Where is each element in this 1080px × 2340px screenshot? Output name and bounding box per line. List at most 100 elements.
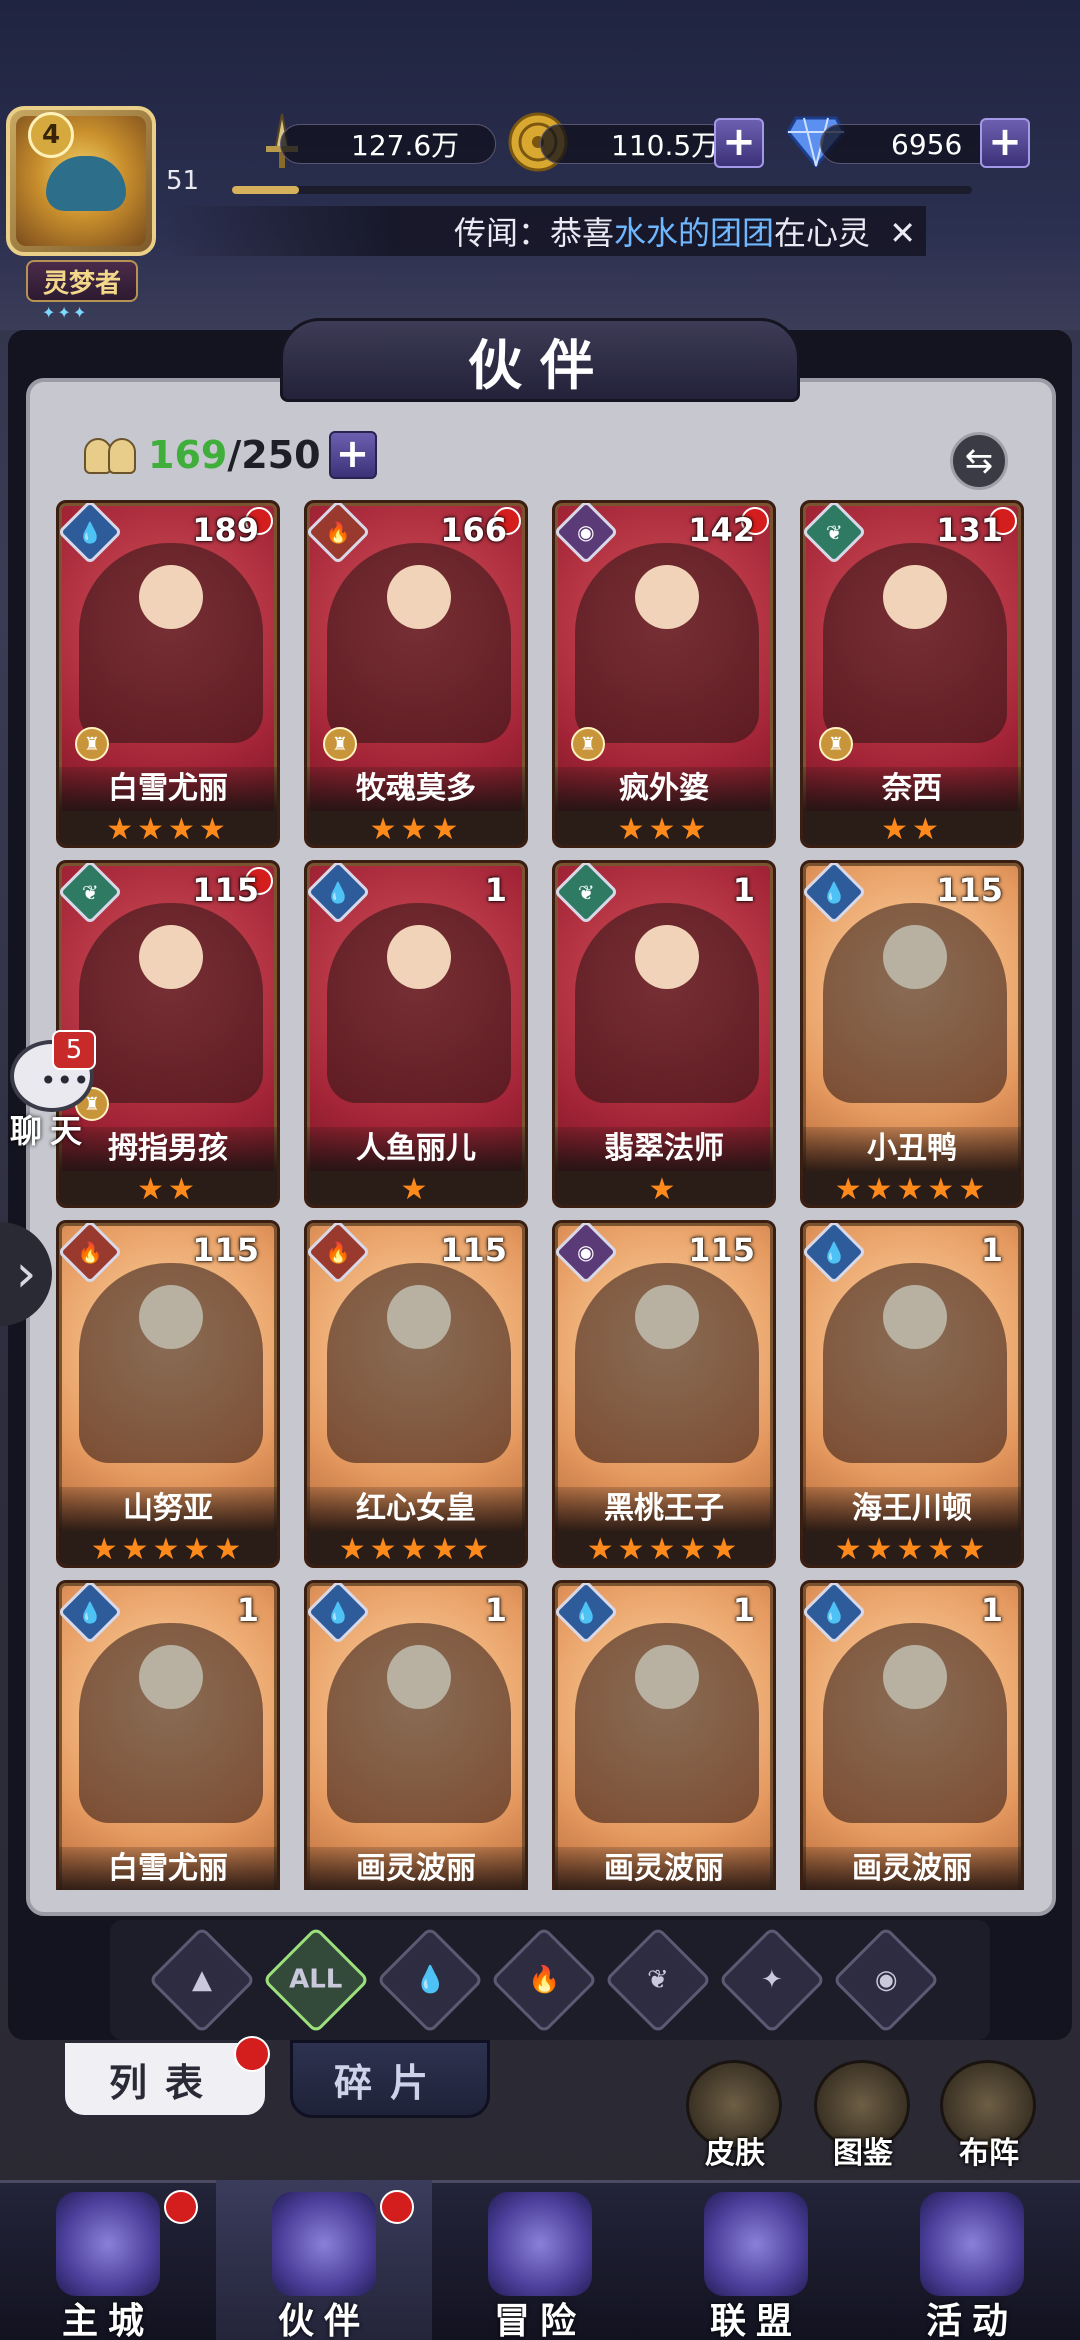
rank-chess-icon: ♜: [75, 727, 109, 761]
partner-level: 115: [936, 871, 1003, 909]
nav-adventure-label: 冒险: [493, 2301, 586, 2340]
partner-stars: ★★★★★: [555, 1531, 773, 1565]
tab-shards[interactable]: 碎片: [290, 2040, 490, 2118]
gold-display: 110.5万: [540, 124, 730, 164]
partner-portrait: [327, 903, 511, 1103]
partner-stars: ★★: [803, 811, 1021, 845]
partner-card[interactable]: 💧 1 画灵波丽: [304, 1580, 528, 1890]
partner-card[interactable]: ❦ 1 翡翠法师 ★: [552, 860, 776, 1208]
filter-light-icon-label: ✦: [761, 1964, 783, 1995]
partner-name: 画灵波丽: [555, 1847, 773, 1890]
sort-swap-icon[interactable]: ⇆: [950, 432, 1008, 490]
partner-portrait: [79, 1623, 263, 1823]
partner-card[interactable]: 💧 189 ♜ 白雪尤丽 ★★★★: [56, 500, 280, 848]
partner-portrait: [823, 1623, 1007, 1823]
partner-name: 拇指男孩: [59, 1127, 277, 1171]
formation-label[interactable]: 布阵: [934, 2128, 1044, 2172]
partner-portrait: [327, 543, 511, 743]
partner-level: 115: [192, 1231, 259, 1269]
partner-portrait: [79, 903, 263, 1103]
partner-portrait: [575, 543, 759, 743]
partner-card[interactable]: 🔥 115 红心女皇 ★★★★★: [304, 1220, 528, 1568]
nav-city-label: 主城: [61, 2301, 154, 2340]
partner-name: 白雪尤丽: [59, 767, 277, 811]
rank-chess-icon: ♜: [571, 727, 605, 761]
partner-card[interactable]: ❦ 131 ♜ 奈西 ★★: [800, 500, 1024, 848]
partner-portrait: [823, 543, 1007, 743]
nav-alliance[interactable]: 联盟: [648, 2180, 864, 2340]
player-level-badge: 4: [28, 112, 74, 158]
power-display: 127.6万: [280, 124, 496, 164]
exp-bar-fill: [232, 186, 299, 194]
partner-card[interactable]: 💧 1 白雪尤丽: [56, 1580, 280, 1890]
partner-name: 人鱼丽儿: [307, 1127, 525, 1171]
partner-stars: ★: [307, 1171, 525, 1205]
partner-count-current: 169: [148, 433, 228, 477]
partner-card[interactable]: 💧 1 海王川顿 ★★★★★: [800, 1220, 1024, 1568]
nav-partners-notify-dot: [380, 2190, 414, 2224]
partner-level: 115: [440, 1231, 507, 1269]
expand-capacity-button[interactable]: +: [328, 431, 377, 479]
partner-portrait: [823, 1263, 1007, 1463]
codex-label[interactable]: 图鉴: [808, 2128, 918, 2172]
tab-list-notify-dot: [234, 2036, 270, 2072]
partner-name: 牧魂莫多: [307, 767, 525, 811]
partner-level: 115: [688, 1231, 755, 1269]
rank-chess-icon: ♜: [819, 727, 853, 761]
partner-card[interactable]: 💧 1 画灵波丽: [552, 1580, 776, 1890]
nav-partners-label: 伙伴: [277, 2301, 370, 2340]
element-water-icon: 💧: [803, 1223, 867, 1285]
partner-level: 115: [192, 871, 259, 909]
partner-stars: ★★★★★: [59, 1531, 277, 1565]
partner-name: 红心女皇: [307, 1487, 525, 1531]
partner-level: 166: [440, 511, 507, 549]
cards-icon: [920, 2192, 1024, 2296]
partner-card[interactable]: 💧 115 小丑鸭 ★★★★★: [800, 860, 1024, 1208]
partner-level: 1: [236, 1591, 259, 1629]
player-title-stars: ✦✦✦: [42, 303, 89, 322]
filter-dark-icon-label: ◉: [874, 1965, 898, 1995]
partner-level: 131: [936, 511, 1003, 549]
skin-label[interactable]: 皮肤: [680, 2128, 790, 2172]
partner-name: 黑桃王子: [555, 1487, 773, 1531]
partner-card[interactable]: 💧 1 人鱼丽儿 ★: [304, 860, 528, 1208]
partner-card[interactable]: 🔥 166 ♜ 牧魂莫多 ★★★: [304, 500, 528, 848]
element-water-icon: 💧: [59, 503, 123, 565]
partner-portrait: [79, 543, 263, 743]
partner-stars: ★★★: [307, 811, 525, 845]
rumor-prefix: 传闻：恭喜: [453, 214, 614, 252]
partner-card[interactable]: 💧 1 画灵波丽: [800, 1580, 1024, 1890]
element-dark-icon: ◉: [555, 503, 619, 565]
filter-all-label: ALL: [289, 1964, 343, 1995]
gem-display: 6956: [820, 124, 1000, 164]
filter-wind-icon-label: ▲: [192, 1965, 212, 1995]
gem-value: 6956: [891, 127, 963, 161]
partner-card[interactable]: 🔥 115 山努亚 ★★★★★: [56, 1220, 280, 1568]
partner-portrait: [823, 903, 1007, 1103]
partner-level: 1: [484, 871, 507, 909]
rank-chess-icon: ♜: [323, 727, 357, 761]
partner-level: 1: [732, 871, 755, 909]
nav-events[interactable]: 活动: [864, 2180, 1080, 2340]
partner-level: 189: [192, 511, 259, 549]
partner-name: 奈西: [803, 767, 1021, 811]
partner-card[interactable]: ◉ 115 黑桃王子 ★★★★★: [552, 1220, 776, 1568]
partner-level: 1: [484, 1591, 507, 1629]
partner-card[interactable]: ◉ 142 ♜ 疯外婆 ★★★: [552, 500, 776, 848]
nav-adventure[interactable]: 冒险: [432, 2180, 648, 2340]
add-gem-button[interactable]: +: [980, 118, 1030, 168]
partner-name: 画灵波丽: [307, 1847, 525, 1890]
partner-name: 小丑鸭: [803, 1127, 1021, 1171]
partner-portrait: [79, 1263, 263, 1463]
partner-portrait: [327, 1623, 511, 1823]
filter-nature-icon-label: ❦: [647, 1964, 669, 1995]
add-gold-button[interactable]: +: [714, 118, 764, 168]
close-rumor-icon[interactable]: ✕: [889, 214, 916, 252]
partner-stars: ★: [555, 1171, 773, 1205]
partner-name: 海王川顿: [803, 1487, 1021, 1531]
chat-label[interactable]: 聊天: [10, 1106, 90, 1152]
filter-water-icon-label: 💧: [413, 1965, 447, 1995]
partner-stars: ★★★★★: [803, 1531, 1021, 1565]
partner-name: 疯外婆: [555, 767, 773, 811]
rumor-suffix: 在心灵: [773, 214, 870, 252]
